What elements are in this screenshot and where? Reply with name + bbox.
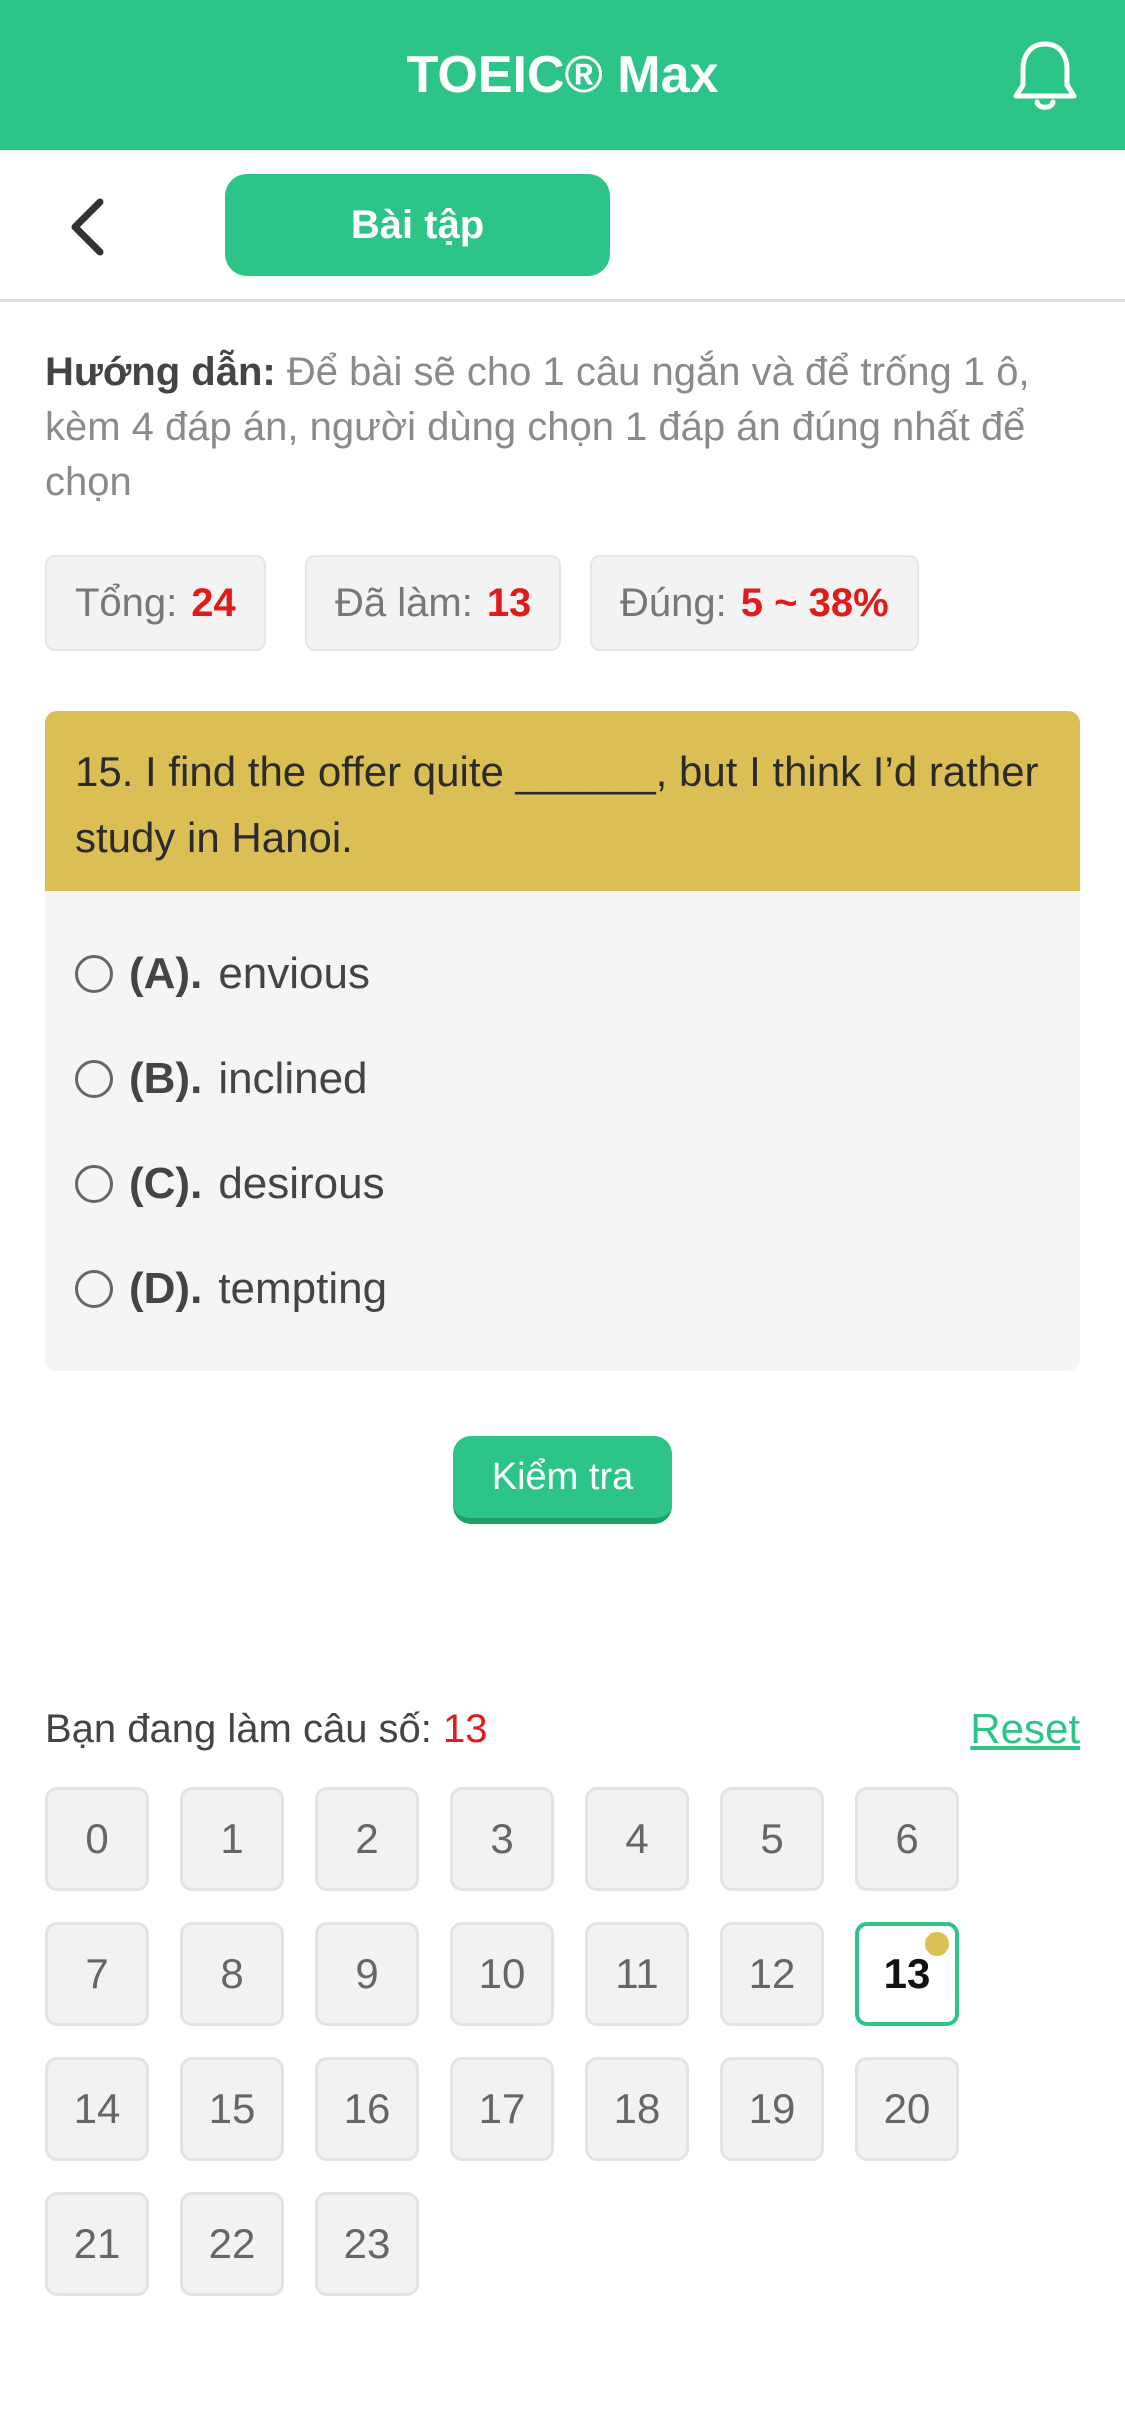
- question-number-button[interactable]: 7: [45, 1922, 149, 2026]
- question-number-button[interactable]: 13: [855, 1922, 959, 2026]
- option-d[interactable]: (D). tempting: [75, 1249, 387, 1329]
- question-number-button[interactable]: 3: [450, 1787, 554, 1891]
- stat-total: Tổng: 24: [45, 555, 266, 651]
- stat-done-label: Đã làm:: [335, 580, 473, 625]
- question-number-label: 2: [355, 1815, 379, 1862]
- question-number-button[interactable]: 22: [180, 2192, 284, 2296]
- question-number-label: 11: [615, 1950, 659, 1997]
- question-number-label: 12: [748, 1950, 796, 1997]
- app-title: TOEIC® Max: [406, 46, 719, 104]
- option-letter: (C).: [129, 1159, 203, 1208]
- question-number-button[interactable]: 14: [45, 2057, 149, 2161]
- question-number-button[interactable]: 10: [450, 1922, 554, 2026]
- question-number-label: 9: [355, 1950, 379, 1997]
- question-number-button[interactable]: 8: [180, 1922, 284, 2026]
- radio-button[interactable]: [75, 955, 113, 993]
- question-number-button[interactable]: 1: [180, 1787, 284, 1891]
- radio-button[interactable]: [75, 1060, 113, 1098]
- option-letter: (D).: [129, 1264, 203, 1313]
- current-question-label: Bạn đang làm câu số:: [45, 1707, 432, 1751]
- radio-button[interactable]: [75, 1270, 113, 1308]
- stat-correct: Đúng: 5 ~ 38%: [590, 555, 919, 651]
- radio-button[interactable]: [75, 1165, 113, 1203]
- question-number-button[interactable]: 20: [855, 2057, 959, 2161]
- question-number-button[interactable]: 17: [450, 2057, 554, 2161]
- question-number-label: 13: [883, 1950, 931, 1997]
- option-letter: (B).: [129, 1054, 203, 1103]
- instructions: Hướng dẫn: Để bài sẽ cho 1 câu ngắn và đ…: [45, 345, 1085, 510]
- question-number-button[interactable]: 15: [180, 2057, 284, 2161]
- instructions-label: Hướng dẫn:: [45, 350, 276, 394]
- question-number-label: 23: [343, 2220, 391, 2267]
- current-question-number: 13: [443, 1707, 488, 1751]
- stat-total-label: Tổng:: [75, 580, 178, 625]
- question-number-label: 20: [883, 2085, 931, 2132]
- question-number-button[interactable]: 5: [720, 1787, 824, 1891]
- stat-correct-label: Đúng:: [620, 580, 727, 625]
- option-letter: (A).: [129, 949, 203, 998]
- question-number-button[interactable]: 9: [315, 1922, 419, 2026]
- question-number-label: 18: [613, 2085, 661, 2132]
- stat-total-value: 24: [191, 580, 236, 625]
- question-number-label: 22: [208, 2220, 256, 2267]
- option-text: envious: [218, 949, 370, 998]
- question-number-label: 7: [85, 1950, 109, 1997]
- stat-done-value: 13: [486, 580, 532, 625]
- question-number-button[interactable]: 6: [855, 1787, 959, 1891]
- question-number-button[interactable]: 19: [720, 2057, 824, 2161]
- question-number-button[interactable]: 12: [720, 1922, 824, 2026]
- tab-exercises[interactable]: Bài tập: [225, 174, 610, 276]
- question-number-button[interactable]: 18: [585, 2057, 689, 2161]
- question-number-label: 1: [220, 1815, 244, 1862]
- question-number-label: 21: [73, 2220, 121, 2267]
- check-button[interactable]: Kiểm tra: [453, 1436, 672, 1524]
- question-number-label: 14: [73, 2085, 121, 2132]
- stat-correct-value: 5 ~ 38%: [740, 580, 889, 625]
- question-number-label: 0: [85, 1815, 109, 1862]
- question-number-label: 4: [625, 1815, 649, 1862]
- question-number-button[interactable]: 2: [315, 1787, 419, 1891]
- sub-navigation-bar: Bài tập: [0, 150, 1125, 302]
- question-number-label: 10: [478, 1950, 526, 1997]
- option-b[interactable]: (B). inclined: [75, 1039, 368, 1119]
- question-text: 15. I find the offer quite ______, but I…: [45, 711, 1080, 891]
- question-number-button[interactable]: 16: [315, 2057, 419, 2161]
- question-number-button[interactable]: 21: [45, 2192, 149, 2296]
- option-text: inclined: [218, 1054, 368, 1103]
- question-number-label: 16: [343, 2085, 391, 2132]
- current-indicator-dot: [925, 1932, 949, 1956]
- chevron-left-icon[interactable]: [60, 192, 120, 262]
- question-number-label: 15: [208, 2085, 256, 2132]
- question-number-label: 3: [490, 1815, 514, 1862]
- current-question-indicator: Bạn đang làm câu số: 13: [45, 1697, 488, 1761]
- option-text: desirous: [218, 1159, 385, 1208]
- question-number-label: 8: [220, 1950, 244, 1997]
- question-number-label: 5: [760, 1815, 784, 1862]
- question-number-button[interactable]: 23: [315, 2192, 419, 2296]
- option-a[interactable]: (A). envious: [75, 934, 370, 1014]
- question-number-button[interactable]: 4: [585, 1787, 689, 1891]
- app-header: TOEIC® Max: [0, 0, 1125, 150]
- stat-done: Đã làm: 13: [305, 555, 562, 651]
- option-text: tempting: [218, 1264, 388, 1313]
- question-number-label: 19: [748, 2085, 796, 2132]
- question-number-label: 17: [478, 2085, 526, 2132]
- question-number-label: 6: [895, 1815, 919, 1862]
- question-number-button[interactable]: 0: [45, 1787, 149, 1891]
- option-c[interactable]: (C). desirous: [75, 1144, 385, 1224]
- reset-link[interactable]: Reset: [970, 1697, 1080, 1761]
- question-card: 15. I find the offer quite ______, but I…: [45, 711, 1080, 1371]
- question-number-button[interactable]: 11: [585, 1922, 689, 2026]
- bell-icon[interactable]: [1010, 38, 1080, 114]
